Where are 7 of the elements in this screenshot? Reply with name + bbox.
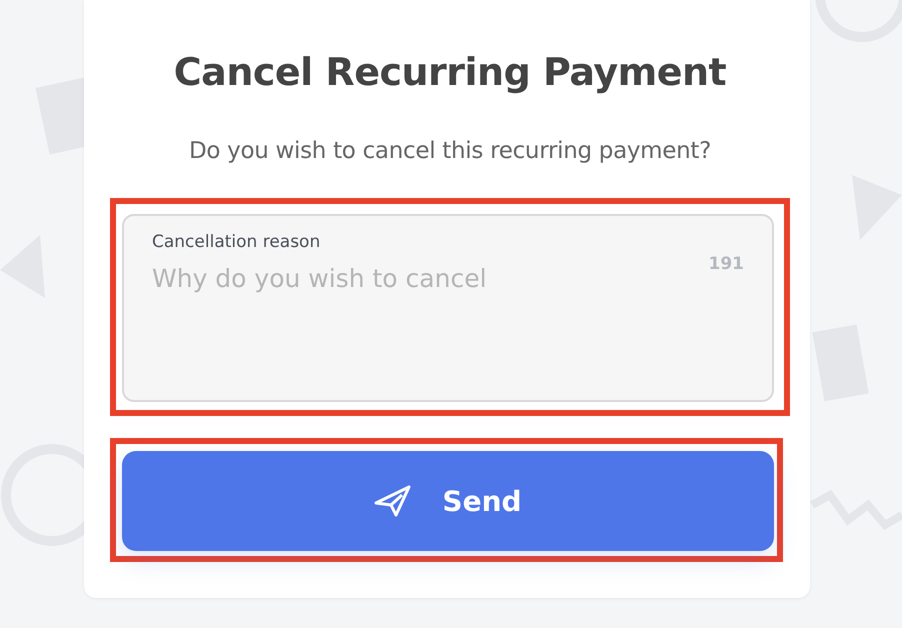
reason-input[interactable]: Why do you wish to cancel xyxy=(152,264,672,304)
dialog-title: Cancel Recurring Payment xyxy=(174,50,726,94)
send-icon xyxy=(374,484,412,518)
send-button[interactable]: Send xyxy=(122,451,774,551)
dialog-message: Do you wish to cancel this recurring payment? xyxy=(188,138,712,164)
character-counter: 191 xyxy=(708,254,744,274)
field-label: Cancellation reason xyxy=(152,232,322,252)
